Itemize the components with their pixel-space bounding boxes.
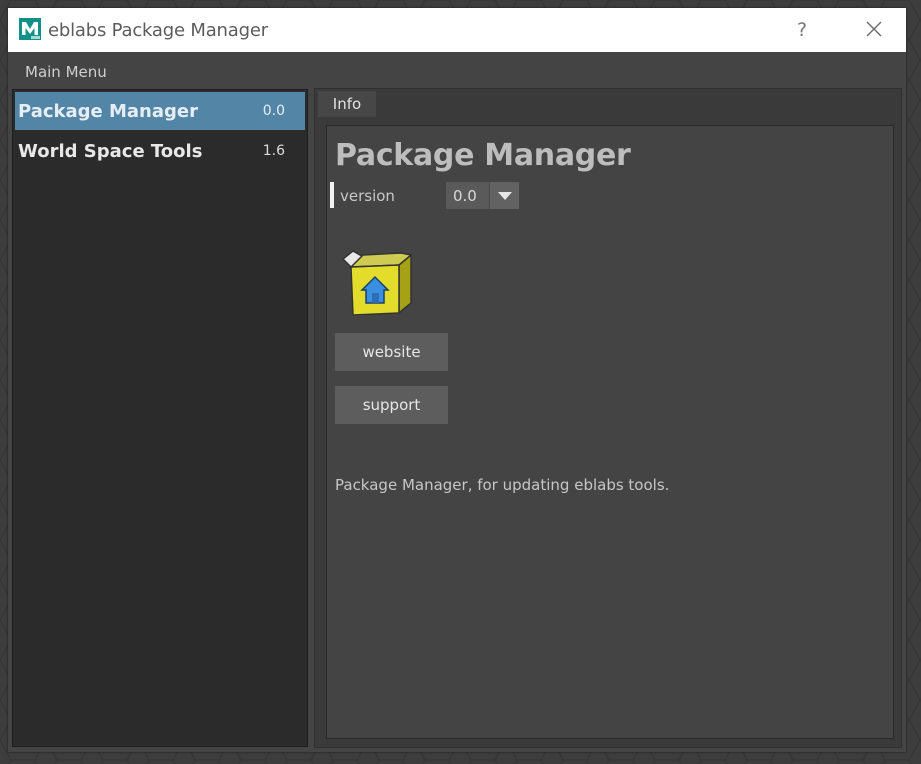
- titlebar: eblabs Package Manager ?: [8, 8, 906, 52]
- main-menu[interactable]: Main Menu: [25, 63, 107, 81]
- menubar: Main Menu: [8, 52, 906, 88]
- tab-container: Info Package Manager version 0.0 website…: [314, 88, 902, 748]
- close-button[interactable]: [854, 16, 894, 44]
- package-description: Package Manager, for updating eblabs too…: [335, 476, 670, 494]
- info-panel: Package Manager version 0.0 website supp…: [326, 125, 894, 739]
- version-marker: [330, 182, 334, 208]
- package-name: World Space Tools: [18, 141, 203, 162]
- package-version: 1.6: [262, 143, 285, 159]
- version-label: version: [340, 187, 395, 205]
- chevron-down-icon: [498, 192, 512, 200]
- version-value: 0.0: [453, 187, 477, 205]
- package-list: Package Manager 0.0 World Space Tools 1.…: [12, 89, 308, 747]
- maya-icon: [19, 18, 41, 40]
- page-title: Package Manager: [335, 138, 631, 173]
- support-button[interactable]: support: [335, 386, 448, 424]
- help-button[interactable]: ?: [782, 16, 822, 44]
- main-window: eblabs Package Manager ? Main Menu Packa…: [8, 8, 906, 752]
- list-item-package-manager[interactable]: Package Manager 0.0: [15, 92, 305, 130]
- package-box-icon: [341, 250, 412, 315]
- package-version: 0.0: [262, 103, 285, 119]
- close-icon: [866, 21, 882, 37]
- list-item-world-space-tools[interactable]: World Space Tools 1.6: [15, 132, 305, 170]
- dropdown-button[interactable]: [489, 182, 519, 209]
- tab-info[interactable]: Info: [318, 91, 376, 117]
- package-name: Package Manager: [18, 101, 198, 122]
- website-button[interactable]: website: [335, 333, 448, 371]
- version-dropdown[interactable]: 0.0: [446, 182, 519, 209]
- window-title: eblabs Package Manager: [48, 20, 268, 41]
